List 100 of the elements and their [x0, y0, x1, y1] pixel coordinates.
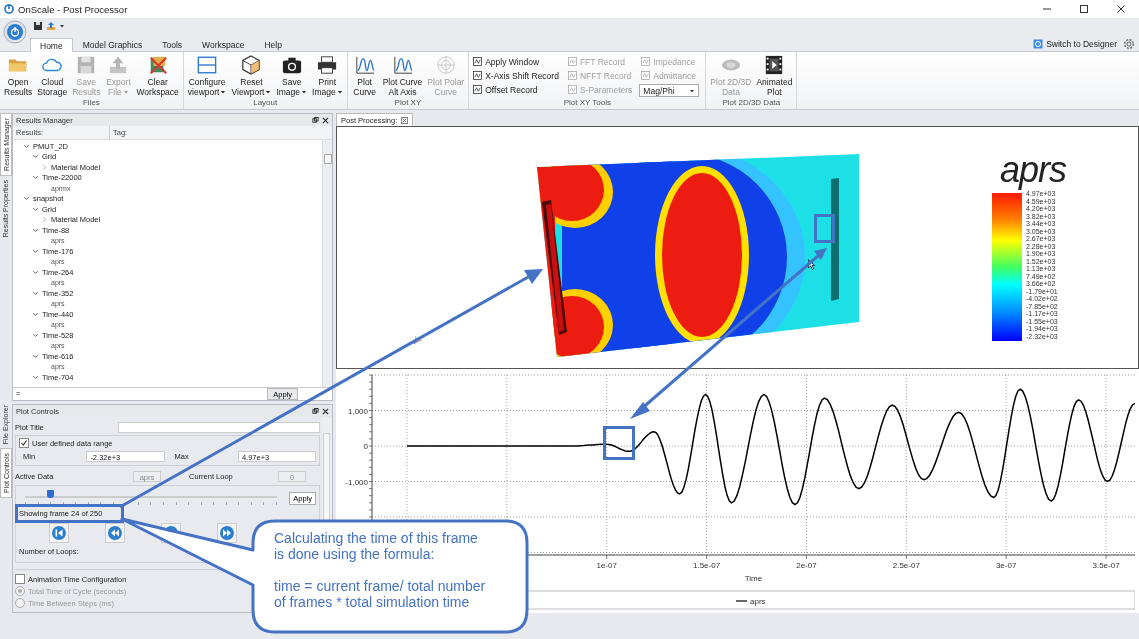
tool-button[interactable]: X-Axis Shift Record [471, 69, 561, 82]
expand-caret-icon[interactable] [32, 174, 39, 182]
camera-icon [281, 55, 302, 75]
ribbon-button[interactable]: Cloud Storage [35, 55, 70, 97]
expand-caret-icon[interactable] [32, 153, 39, 161]
curve-icon [392, 55, 413, 75]
caret-icon [689, 87, 696, 94]
target-icon [435, 55, 456, 75]
close-icon[interactable] [322, 116, 329, 124]
clear-icon [147, 55, 168, 75]
close-icon[interactable] [322, 407, 329, 415]
checkbox[interactable] [15, 574, 25, 584]
film-icon [764, 55, 785, 75]
callout-text: Calculating the time of this frame is done using the formula: [274, 530, 479, 562]
expand-caret-icon[interactable] [32, 247, 39, 255]
window-title: OnScale - Post Processor [18, 3, 128, 15]
group-label: Plot XY Tools [562, 98, 612, 109]
app-logo-icon [4, 4, 14, 14]
viewport-icon [197, 55, 218, 75]
expand-caret-icon[interactable] [32, 310, 39, 318]
expand-caret-icon[interactable] [23, 195, 30, 203]
switch-designer-link[interactable]: Switch to Designer [1046, 39, 1117, 49]
ribbon-button[interactable]: Plot Curve [349, 55, 380, 97]
curve-icon [354, 55, 375, 75]
fast-forward-icon [219, 525, 235, 541]
expand-caret-icon[interactable] [32, 205, 39, 213]
ribbon-tab[interactable]: Tools [152, 38, 193, 51]
chart-icon [641, 71, 651, 80]
tick-label: 0 [363, 442, 368, 451]
legend-label: aprs [750, 597, 766, 606]
tick-label: 2e-07 [796, 561, 817, 570]
pin-icon[interactable] [312, 407, 319, 415]
ribbon-tab[interactable]: Model Graphics [72, 38, 153, 51]
playback-button[interactable] [105, 523, 125, 543]
chart-icon [473, 85, 483, 94]
playback-button[interactable] [49, 523, 69, 543]
caret-icon [301, 89, 308, 95]
ribbon-button[interactable]: Open Results [2, 55, 35, 97]
playback-button[interactable] [217, 523, 237, 543]
caret-icon[interactable] [59, 23, 65, 29]
cube-icon [241, 55, 262, 75]
ribbon-button[interactable]: Save Image [274, 55, 310, 97]
tick-label: 1.5e-07 [693, 561, 721, 570]
group-label: Files [81, 98, 101, 109]
group-label: Plot 2D/3D Data [721, 98, 782, 109]
ribbon-tab[interactable]: Workspace [192, 38, 255, 51]
chart-icon [567, 71, 577, 80]
tool-button[interactable]: Offset Record [471, 83, 561, 96]
ribbon-button[interactable]: Reset Viewport [229, 55, 274, 97]
highlight-box [603, 426, 635, 460]
expand-caret-icon[interactable] [23, 142, 30, 150]
upload-icon[interactable] [46, 21, 56, 31]
expand-caret-icon[interactable] [32, 289, 39, 297]
slider-thumb[interactable] [47, 490, 55, 498]
colorbar-title: aprs [1000, 152, 1067, 188]
tick-label: 1e-07 [596, 561, 617, 570]
expand-caret-icon[interactable] [32, 373, 39, 381]
save-icon[interactable] [33, 21, 43, 31]
maximize-icon[interactable] [1079, 4, 1089, 14]
chart-icon [567, 57, 577, 66]
plot-title-field[interactable] [118, 421, 320, 433]
caret-icon [265, 89, 272, 95]
mode-dropdown[interactable]: Mag/Phi [639, 84, 700, 97]
tick-label: 2.5e-07 [892, 561, 920, 570]
step-back-icon [51, 525, 67, 541]
scrollbar[interactable] [322, 140, 332, 387]
close-icon[interactable] [401, 116, 409, 124]
group-label: Layout [252, 98, 279, 109]
tick-label: 3.5e-07 [1092, 561, 1120, 570]
frame-slider[interactable] [25, 490, 278, 506]
group-label: Plot XY [393, 98, 423, 109]
ribbon-button[interactable]: Plot Curve Alt Axis [380, 55, 425, 97]
caret-icon [122, 89, 129, 95]
ribbon-tab[interactable]: Help [254, 38, 292, 51]
caret-icon [220, 89, 227, 95]
tool-button[interactable]: Apply Window [471, 55, 561, 68]
expand-caret-icon[interactable] [32, 331, 39, 339]
expand-caret-icon[interactable] [32, 352, 39, 360]
close-icon[interactable] [1116, 4, 1126, 14]
caret-icon [336, 89, 343, 95]
axis-title: Time [744, 574, 763, 583]
ribbon-button[interactable]: Print Image [310, 55, 345, 97]
ribbon-tab[interactable]: Home [30, 38, 73, 52]
callout-text: time = current frame/ total number of frames * total simulation time [274, 578, 487, 610]
upload-icon [108, 55, 129, 75]
designer-icon [1033, 39, 1044, 49]
pin-icon[interactable] [312, 116, 319, 124]
chart-icon [473, 57, 483, 66]
expand-caret-icon[interactable] [32, 268, 39, 276]
expand-caret-icon[interactable] [32, 226, 39, 234]
settings-icon[interactable] [1123, 38, 1135, 50]
tick-label: 1,000 [347, 406, 368, 416]
highlight-box [814, 214, 835, 243]
tick-label: 3e-07 [995, 561, 1017, 570]
chart-icon [567, 85, 577, 94]
checkbox[interactable] [19, 438, 29, 448]
chart-icon [473, 71, 483, 80]
ribbon-button[interactable]: Configure viewport [185, 55, 229, 97]
ribbon-button[interactable]: Animated Plot [754, 55, 795, 97]
ribbon-button[interactable]: Clear Workspace [134, 55, 181, 97]
